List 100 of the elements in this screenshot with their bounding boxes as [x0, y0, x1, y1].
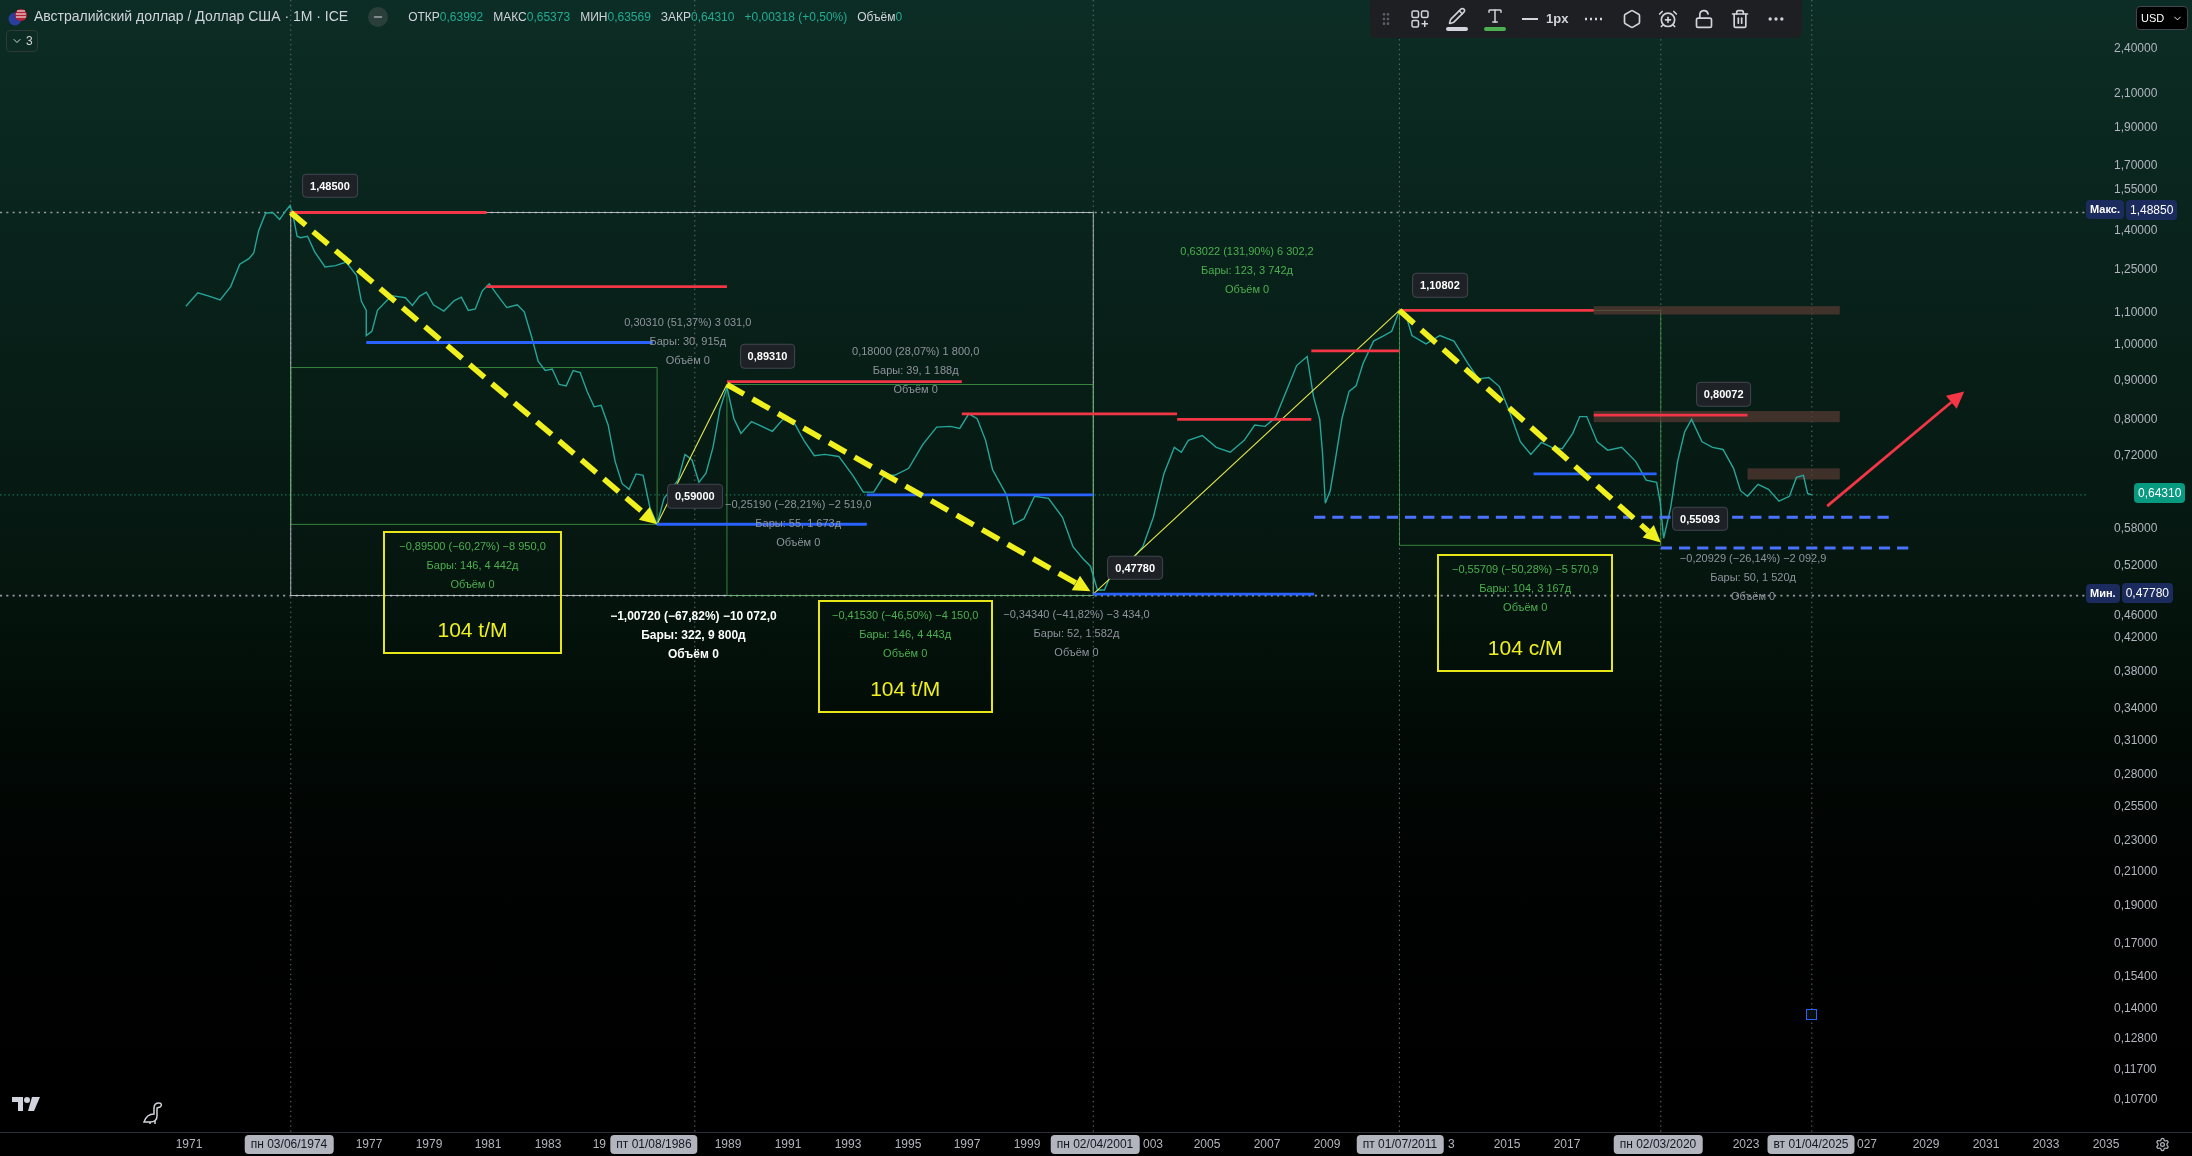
anchor-handle[interactable]: [1806, 1009, 1817, 1020]
year-tick: 1995: [894, 1136, 922, 1153]
date-badge: пн 02/03/2020: [1613, 1135, 1703, 1154]
measure-text: −0,41530 (−46,50%) −4 150,0: [831, 607, 979, 623]
year-tick: 1997: [953, 1136, 981, 1153]
add-alert-icon[interactable]: [1658, 9, 1679, 29]
measure-text: −0,34340 (−41,82%) −3 434,0: [1003, 607, 1150, 623]
price-badge: 0,47780: [2121, 583, 2174, 604]
measure-text: Объём 0: [776, 534, 821, 550]
year-tick: 1979: [415, 1136, 443, 1153]
date-badge: пт 01/08/1986: [610, 1135, 698, 1154]
note-text: 104 t/M: [870, 675, 941, 702]
year-tick: 1991: [774, 1136, 802, 1153]
price-tick: 0,42000: [2114, 629, 2158, 647]
price-tick: 0,80000: [2114, 411, 2158, 429]
year-tick: 2029: [1912, 1136, 1940, 1153]
price-tick: 0,21000: [2114, 863, 2158, 881]
ohlc-value: ЗАКР0,64310: [660, 8, 735, 26]
measure-text: Объём 0: [667, 645, 719, 663]
measure-text: Объём 0: [450, 577, 495, 593]
price-tick: 1,10000: [2114, 303, 2158, 321]
price-tick: 0,90000: [2114, 371, 2158, 389]
price-callout: 0,89310: [739, 344, 796, 369]
price-tick: 0,38000: [2114, 662, 2158, 680]
price-badge-label: Мин.: [2086, 584, 2120, 603]
symbol-title: Австралийский доллар / Доллар США · 1M · ICE: [34, 7, 349, 26]
price-tick: 0,17000: [2114, 934, 2158, 952]
price-tick: 0,12800: [2114, 1030, 2158, 1048]
measure-text: 0,18000 (28,07%) 1 800,0: [852, 344, 980, 360]
hide-legend-button[interactable]: [368, 6, 389, 27]
line-width-button[interactable]: 1px: [1522, 9, 1569, 29]
measure-text: Бары: 55, 1 673д: [755, 515, 842, 531]
price-callout: 0,47780: [1107, 555, 1164, 580]
delete-icon[interactable]: [1730, 9, 1751, 29]
measure-text: −1,00720 (−67,82%) −10 072,0: [610, 607, 777, 625]
year-tick: 2017: [1553, 1136, 1581, 1153]
price-tick: 0,11700: [2114, 1060, 2157, 1078]
date-badge: пт 01/07/2011: [1356, 1135, 1444, 1154]
year-tick: 3: [1448, 1136, 1455, 1153]
price-tick: 0,58000: [2114, 520, 2158, 537]
year-tick: 2031: [1972, 1136, 2000, 1153]
price-badge-label: Макс.: [2086, 200, 2124, 219]
price-tick: 0,31000: [2114, 731, 2158, 749]
measure-text: Объём 0: [893, 382, 938, 398]
price-callout: 1,48500: [302, 173, 358, 199]
price-tick: 0,23000: [2114, 832, 2158, 850]
ohlc-value: МИН0,63569: [580, 8, 651, 26]
price-callout: 1,10802: [1412, 272, 1468, 298]
measure-text: Бары: 104, 3 167д: [1479, 580, 1572, 596]
indicators-toggle[interactable]: 3: [6, 30, 38, 52]
volume-value: Объём0: [857, 8, 903, 26]
measure-text: Объём 0: [1503, 599, 1548, 615]
change-value: +0,00318 (+0,50%): [744, 8, 848, 26]
price-tick: 1,90000: [2114, 119, 2158, 137]
price-tick: 0,34000: [2114, 700, 2158, 718]
measure-text: −0,55709 (−50,28%) −5 570,9: [1451, 561, 1599, 577]
measure-text: Объём 0: [883, 645, 928, 661]
price-tick: 0,28000: [2114, 766, 2158, 783]
measure-text: Объём 0: [665, 352, 710, 368]
year-tick: 1999: [1013, 1136, 1041, 1153]
price-tick: 0,25500: [2114, 797, 2158, 815]
ohlc-value: ОТКР0,63992: [408, 8, 484, 26]
measure-text: Бары: 146, 4 443д: [859, 626, 952, 642]
currency-flags-icon: [8, 7, 28, 26]
ohlc-value: МАКС0,65373: [493, 8, 571, 26]
price-tick: 0,52000: [2114, 556, 2158, 574]
measure-text: Бары: 123, 3 742д: [1201, 262, 1293, 278]
year-tick: 2015: [1493, 1136, 1521, 1153]
price-tick: 1,25000: [2114, 260, 2158, 278]
measure-text: −0,25190 (−28,21%) −2 519,0: [725, 496, 872, 512]
add-favorites-icon[interactable]: [1410, 9, 1430, 29]
measure-text: Объём 0: [1224, 281, 1270, 297]
price-tick: 1,55000: [2114, 180, 2158, 198]
measure-text: Объём 0: [1054, 645, 1099, 661]
price-tick: 1,70000: [2114, 156, 2158, 174]
year-tick: 1989: [714, 1136, 742, 1153]
price-callout: 0,59000: [666, 484, 723, 509]
currency-dropdown[interactable]: USD: [2136, 6, 2188, 30]
year-tick: 1971: [175, 1136, 203, 1153]
measure-text: 0,30310 (51,37%) 3 031,0: [624, 314, 752, 330]
price-tick: 0,19000: [2114, 897, 2158, 914]
price-tick: 0,10700: [2114, 1090, 2158, 1108]
year-tick: 027: [1857, 1136, 1878, 1153]
year-tick: 19: [592, 1136, 606, 1153]
price-tick: 0,15400: [2114, 967, 2158, 985]
note-text: 104 t/M: [437, 617, 508, 644]
measure-text: −0,89500 (−60,27%) −8 950,0: [399, 539, 546, 555]
year-tick: 1993: [834, 1136, 862, 1153]
price-badge: 0,64310: [2134, 483, 2186, 504]
unlock-icon[interactable]: [1694, 9, 1715, 29]
year-tick: 2033: [2032, 1136, 2060, 1153]
text-color-button[interactable]: [1484, 7, 1506, 31]
date-badge: вт 01/04/2025: [1767, 1135, 1855, 1154]
date-badge: пн 03/06/1974: [244, 1135, 334, 1154]
year-tick: 1981: [474, 1136, 502, 1153]
note-text: 104 c/M: [1487, 635, 1563, 662]
pencil-color-button[interactable]: [1446, 7, 1468, 31]
price-tick: 0,72000: [2114, 446, 2158, 464]
year-tick: 2005: [1193, 1136, 1221, 1153]
price-tick: 0,14000: [2114, 1000, 2158, 1018]
